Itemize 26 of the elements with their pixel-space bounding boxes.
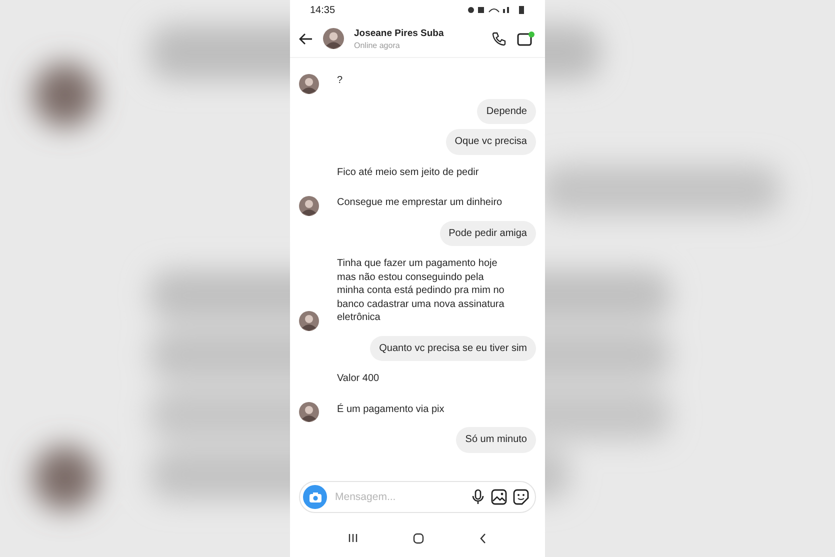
message-bubble: Só um minuto	[456, 427, 536, 452]
message-composer[interactable]: Mensagem...	[299, 481, 536, 513]
sticker-icon[interactable]	[513, 489, 529, 505]
microphone-icon[interactable]	[471, 489, 485, 505]
message-bubble: Pode pedir amiga	[440, 220, 536, 246]
contact-name: Joseane Pires Suba	[354, 28, 445, 38]
message-bubble: Quanto vc precisa se eu tiver sim	[370, 336, 536, 361]
back-button[interactable]	[299, 32, 313, 44]
back-nav-button[interactable]	[479, 532, 488, 544]
avatar-icon	[299, 196, 319, 216]
message-bubble: Oque vc precisa	[446, 129, 536, 154]
video-call-button[interactable]	[517, 30, 535, 46]
avatar-icon	[299, 402, 319, 422]
image-icon[interactable]	[491, 489, 507, 505]
avatar-icon	[299, 310, 319, 330]
contact-status: Online agora	[354, 40, 401, 50]
status-icons	[467, 6, 527, 14]
phone-button[interactable]	[491, 30, 507, 46]
recent-apps-button[interactable]	[348, 533, 358, 543]
camera-button[interactable]	[303, 485, 327, 509]
avatar-icon	[323, 28, 344, 49]
home-button[interactable]	[412, 532, 424, 544]
camera-icon	[308, 492, 322, 502]
avatar-icon	[299, 74, 319, 94]
message-bubble: Depende	[477, 98, 536, 124]
status-time: 14:35	[310, 4, 336, 16]
